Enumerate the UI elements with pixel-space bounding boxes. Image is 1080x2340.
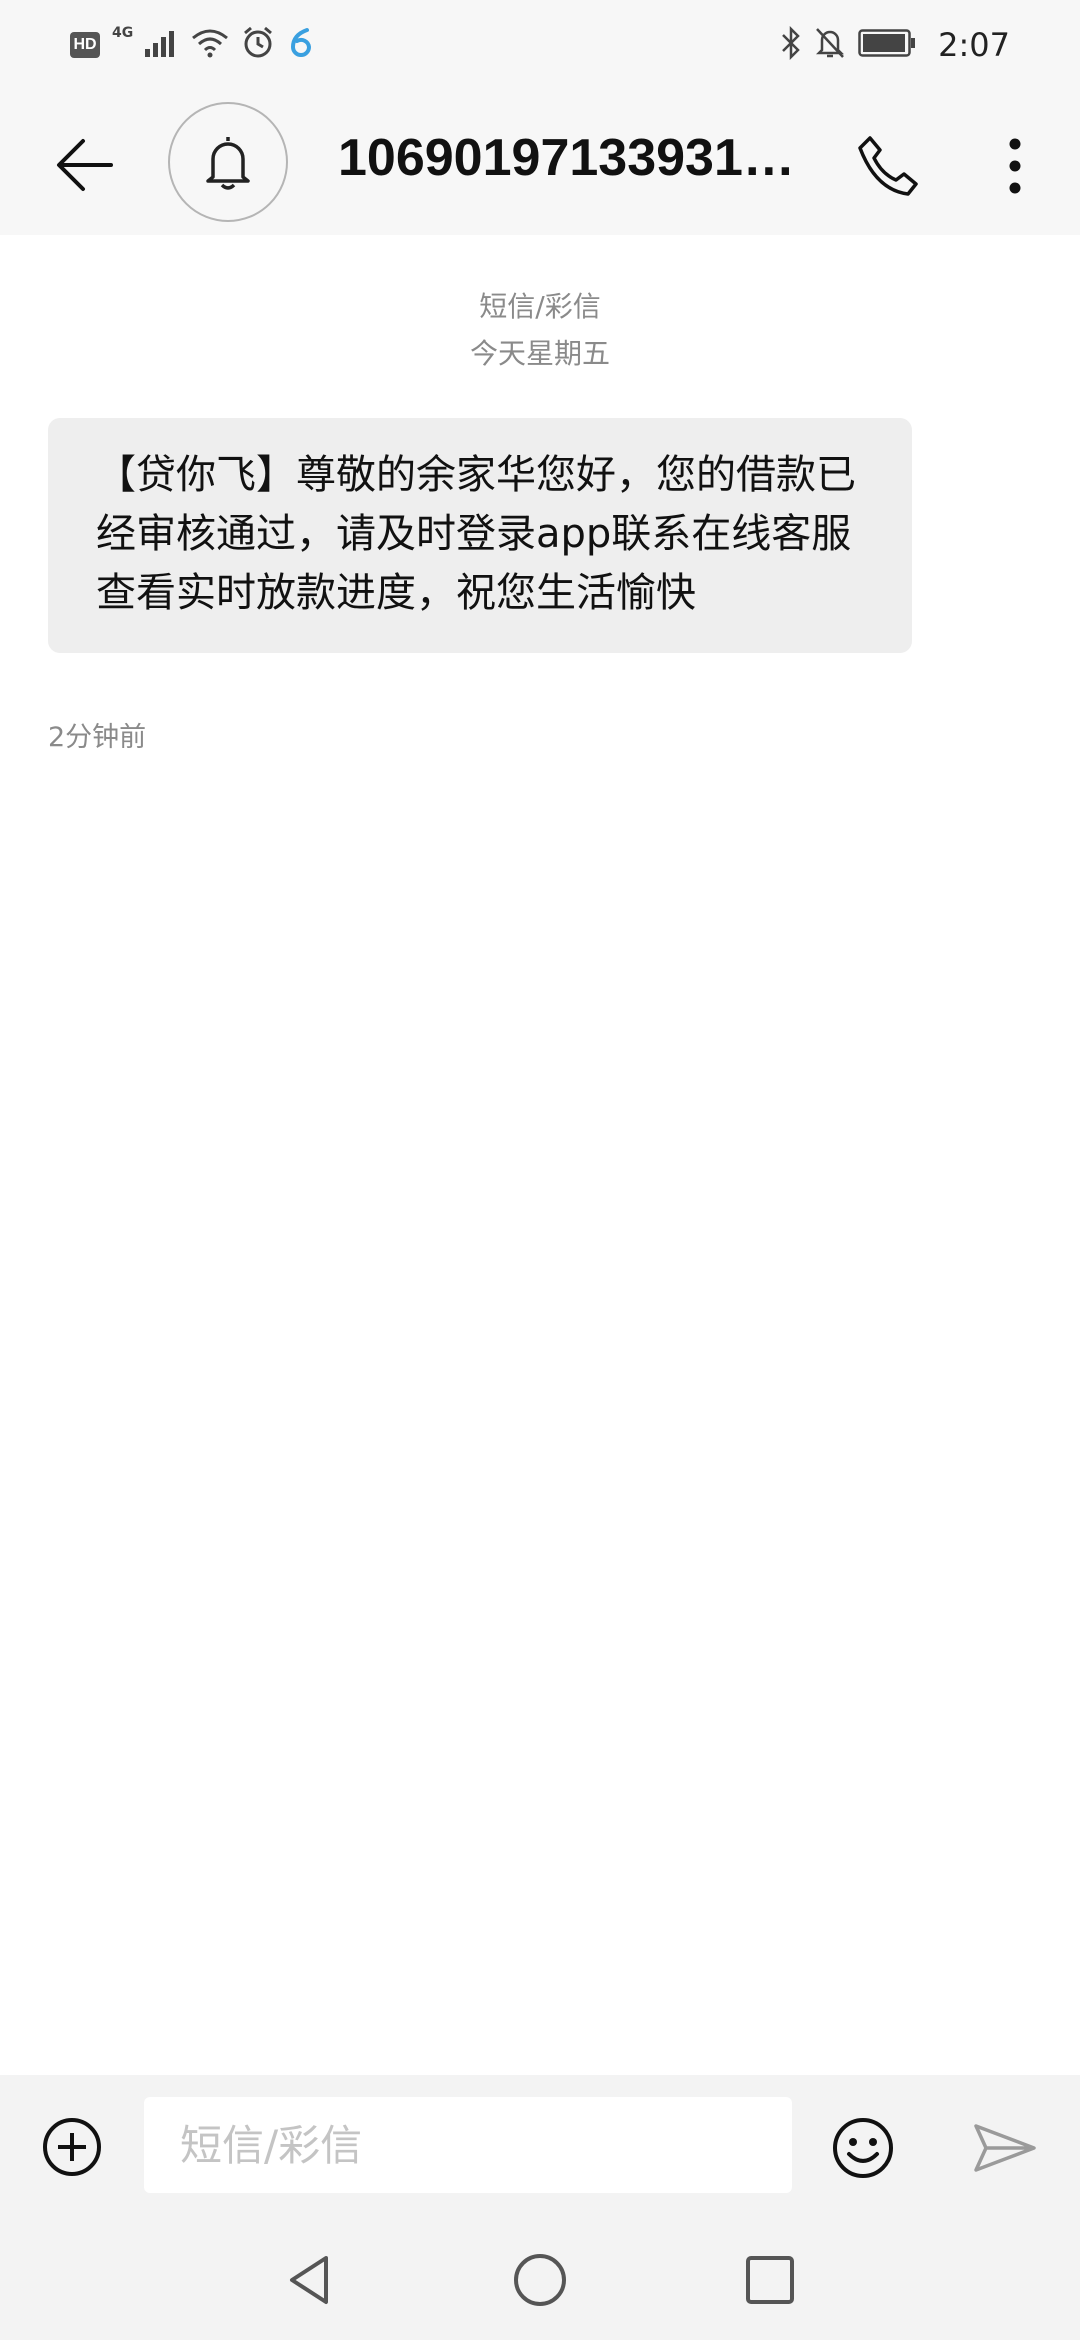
- contact-avatar[interactable]: [168, 102, 288, 222]
- nav-recent-icon: [746, 2256, 794, 2304]
- system-nav-bar: [0, 2220, 1080, 2340]
- battery-icon: [858, 29, 916, 61]
- bluetooth-icon: [780, 25, 802, 64]
- send-icon: [974, 2124, 1036, 2172]
- message-timestamp: 2分钟前: [48, 722, 147, 753]
- emoji-icon: [833, 2118, 893, 2178]
- status-bar-right: 2:07: [780, 25, 1010, 64]
- bell-icon: [206, 137, 250, 190]
- composer-bar: [0, 2075, 1080, 2220]
- more-options-button[interactable]: [990, 128, 1040, 204]
- message-list[interactable]: 短信/彩信 今天星期五 【贷你飞】尊敬的余家华您好，您的借款已经审核通过，请及时…: [0, 235, 1080, 2075]
- network-type: 4G: [112, 25, 134, 41]
- back-button[interactable]: [50, 130, 120, 200]
- nav-home-button[interactable]: [510, 2250, 570, 2310]
- status-bar: HD 4G 2:07: [0, 0, 1080, 90]
- hd-badge: HD: [70, 32, 100, 58]
- send-button[interactable]: [970, 2117, 1040, 2179]
- signal-icon: [145, 29, 179, 61]
- status-bar-left: HD 4G: [70, 25, 315, 64]
- message-bubble[interactable]: 【贷你飞】尊敬的余家华您好，您的借款已经审核通过，请及时登录app联系在线客服查…: [48, 418, 912, 653]
- alarm-icon: [241, 26, 275, 64]
- date-separator: 今天星期五: [469, 337, 610, 370]
- clock: 2:07: [938, 26, 1010, 64]
- nav-home-icon: [514, 2254, 566, 2306]
- sms-conversation-screen: HD 4G 2:07 10690197133931… 短信/彩信 今天星期五 【…: [0, 0, 1080, 2340]
- nav-recent-button[interactable]: [740, 2250, 800, 2310]
- app-notification-icon: [287, 27, 315, 63]
- conversation-header: 10690197133931…: [0, 90, 1080, 235]
- more-vertical-icon: [1009, 138, 1021, 194]
- wifi-icon: [191, 28, 229, 62]
- attach-button[interactable]: [40, 2115, 104, 2179]
- nav-back-icon: [290, 2256, 328, 2304]
- call-button[interactable]: [850, 128, 926, 204]
- message-type-label: 短信/彩信: [479, 290, 601, 323]
- phone-icon: [858, 136, 918, 196]
- mute-icon: [814, 26, 846, 64]
- message-input[interactable]: [144, 2097, 792, 2193]
- emoji-button[interactable]: [830, 2115, 896, 2181]
- contact-number[interactable]: 10690197133931…: [338, 128, 818, 188]
- back-arrow-icon: [57, 139, 113, 191]
- nav-back-button[interactable]: [280, 2250, 340, 2310]
- add-circle-icon: [43, 2118, 101, 2176]
